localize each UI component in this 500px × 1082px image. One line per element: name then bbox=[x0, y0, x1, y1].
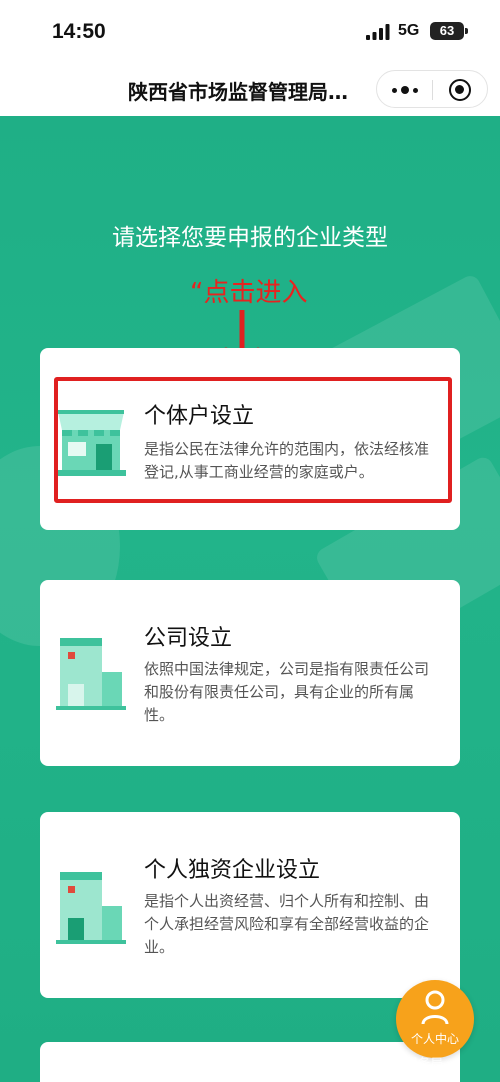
user-icon bbox=[421, 990, 449, 1025]
card-description: 是指个人出资经营、归个人所有和控制、由个人承担经营风险和享有全部经营收益的企业。 bbox=[144, 892, 430, 956]
capsule-divider bbox=[432, 80, 433, 100]
status-time: 14:50 bbox=[52, 20, 106, 43]
card-title: 公司设立 bbox=[144, 626, 233, 651]
annotation-text: “点击进入 bbox=[190, 278, 308, 308]
watermark: 公众号 · 白水县行政审批服务局 bbox=[262, 1057, 444, 1072]
user-center-label: 个人中心 bbox=[410, 1032, 459, 1046]
mini-program-capsule bbox=[376, 70, 488, 108]
close-mini-program-icon[interactable] bbox=[449, 79, 471, 101]
building-icon bbox=[56, 638, 126, 710]
card-sole-proprietorship[interactable]: 个人独资企业设立 是指个人出资经营、归个人所有和控制、由个人承担经营风险和享有全… bbox=[40, 812, 460, 998]
page-title: 陕西省市场监督管理局… bbox=[128, 80, 348, 104]
page-heading: 请选择您要申报的企业类型 bbox=[112, 225, 388, 251]
network-label: 5G bbox=[398, 22, 420, 39]
card-title: 个人独资企业设立 bbox=[144, 858, 321, 883]
status-bar: 14:50 5G 63 bbox=[0, 0, 500, 62]
building-icon bbox=[56, 872, 126, 944]
card-description: 依照中国法律规定，公司是指有限责任公司和股份有限责任公司，具有企业的所有属性。 bbox=[144, 660, 430, 724]
more-icon[interactable] bbox=[389, 80, 421, 100]
card-company[interactable]: 公司设立 依照中国法律规定，公司是指有限责任公司和股份有限责任公司，具有企业的所… bbox=[40, 580, 460, 766]
annotation-highlight-box bbox=[54, 377, 452, 503]
title-bar: 陕西省市场监督管理局… bbox=[0, 62, 500, 116]
battery-icon: 63 bbox=[430, 22, 468, 40]
user-center-button[interactable]: 个人中心 bbox=[396, 980, 474, 1058]
signal-icon bbox=[366, 24, 390, 40]
